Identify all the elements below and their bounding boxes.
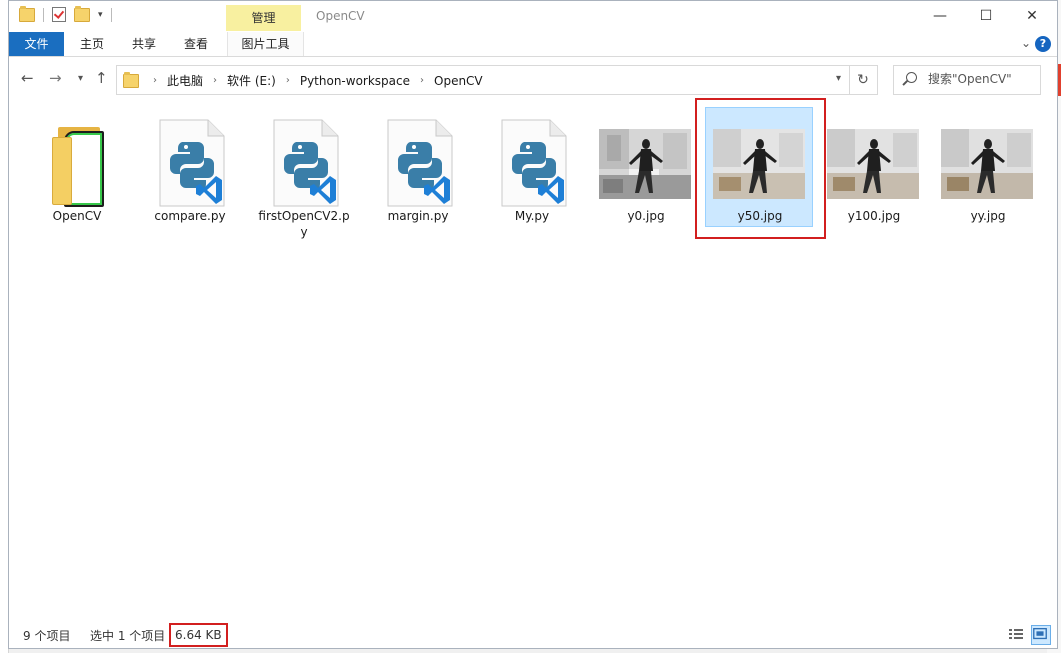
refresh-icon: ↻ <box>857 72 869 88</box>
image-thumbnail <box>827 129 919 199</box>
close-button[interactable]: ✕ <box>1009 1 1055 31</box>
selected-size: 6.64 KB <box>169 623 228 647</box>
file-item-yy-jpg[interactable]: yy.jpg <box>935 107 1041 243</box>
file-item-margin-py[interactable]: margin.py <box>365 107 471 243</box>
minimize-button[interactable]: — <box>917 1 963 31</box>
help-icon[interactable]: ? <box>1035 36 1051 52</box>
large-icons-view-button[interactable] <box>1031 625 1051 645</box>
address-bar[interactable]: › 此电脑 › 软件 (E:) › Python-workspace › Ope… <box>116 65 850 95</box>
image-thumbnail <box>599 129 691 199</box>
selected-count: 选中 1 个项目 <box>90 629 166 643</box>
tab-picture-tools[interactable]: 图片工具 <box>227 32 304 56</box>
refresh-button[interactable]: ↻ <box>849 65 878 95</box>
customize-toolbar-chevron-icon[interactable]: ▾ <box>98 10 103 20</box>
chevron-right-icon[interactable]: › <box>153 75 157 86</box>
chevron-right-icon[interactable]: › <box>213 75 217 86</box>
file-item-y100-jpg[interactable]: y100.jpg <box>821 107 927 243</box>
recent-locations-chevron-icon[interactable]: ▾ <box>78 73 83 84</box>
large-icons-view-icon <box>1033 628 1047 640</box>
image-thumbnail <box>941 129 1033 199</box>
toolbar-divider <box>43 7 44 22</box>
breadcrumb-python-workspace[interactable]: Python-workspace <box>300 74 410 88</box>
new-folder-icon[interactable] <box>74 5 90 22</box>
tab-share[interactable]: 共享 <box>121 32 167 56</box>
thumbnail <box>821 115 927 203</box>
file-name: OpenCV <box>52 209 102 223</box>
thumbnail <box>365 115 471 207</box>
python-file-icon <box>386 118 454 208</box>
file-name: y100.jpg <box>847 209 901 223</box>
tab-home[interactable]: 主页 <box>69 32 115 56</box>
navigation-bar: ← → ▾ ↑ › 此电脑 › 软件 (E:) › Python-workspa… <box>9 59 1057 99</box>
file-name: y0.jpg <box>627 209 665 223</box>
details-view-icon <box>1009 629 1023 639</box>
thumbnail <box>251 115 357 207</box>
search-icon <box>906 72 917 83</box>
item-count: 9 个项目 <box>23 629 71 643</box>
explorer-window: ▾ 管理 OpenCV — ☐ ✕ 文件 主页 共享 查看 图片工具 ⌄ ? ←… <box>8 0 1058 649</box>
thumbnail <box>137 115 243 207</box>
file-view: OpenCV compare.py firstOpenCV2.py margin… <box>9 98 1057 621</box>
chevron-right-icon[interactable]: › <box>420 75 424 86</box>
python-file-icon <box>500 118 568 208</box>
file-name: firstOpenCV2.py <box>258 209 350 239</box>
file-name: yy.jpg <box>970 209 1006 223</box>
chevron-right-icon[interactable]: › <box>286 75 290 86</box>
file-name: compare.py <box>154 209 226 223</box>
forward-arrow-icon[interactable]: → <box>49 69 62 87</box>
python-file-icon <box>158 118 226 208</box>
search-box[interactable] <box>893 65 1041 95</box>
python-file-icon <box>272 118 340 208</box>
search-input[interactable] <box>926 71 1038 87</box>
file-item-my-py[interactable]: My.py <box>479 107 585 243</box>
title-bar: ▾ 管理 OpenCV — ☐ ✕ <box>9 1 1057 31</box>
file-name: margin.py <box>387 209 449 223</box>
tab-view[interactable]: 查看 <box>173 32 219 56</box>
properties-icon[interactable] <box>52 7 66 22</box>
file-item-firstopencv2-py[interactable]: firstOpenCV2.py <box>251 107 357 243</box>
breadcrumb-this-pc[interactable]: 此电脑 <box>167 72 203 89</box>
ribbon-tabs: 文件 主页 共享 查看 图片工具 ⌄ ? <box>9 32 1057 57</box>
breadcrumb-opencv[interactable]: OpenCV <box>434 74 483 88</box>
status-bar: 9 个项目 选中 1 个项目 6.64 KB <box>9 623 1057 647</box>
file-item-opencv-folder[interactable]: OpenCV <box>24 107 130 243</box>
address-history-chevron-icon[interactable]: ▾ <box>836 73 841 84</box>
folder-icon <box>123 72 139 88</box>
file-name: My.py <box>514 209 550 223</box>
breadcrumb-drive-e[interactable]: 软件 (E:) <box>227 72 276 89</box>
file-item-y0-jpg[interactable]: y0.jpg <box>593 107 699 243</box>
folder-icon <box>52 127 106 207</box>
maximize-button[interactable]: ☐ <box>963 1 1009 31</box>
thumbnail <box>935 115 1041 203</box>
thumbnail <box>479 115 585 207</box>
back-arrow-icon[interactable]: ← <box>21 69 34 87</box>
tab-file[interactable]: 文件 <box>9 32 64 56</box>
folder-icon[interactable] <box>19 5 35 22</box>
details-view-button[interactable] <box>1007 625 1025 643</box>
annotation-highlight-box <box>695 98 826 239</box>
thumbnail <box>24 115 130 207</box>
up-arrow-icon[interactable]: ↑ <box>95 69 108 87</box>
quick-access-toolbar: ▾ <box>19 5 112 22</box>
thumbnail <box>593 115 699 203</box>
breadcrumb: › 此电脑 › 软件 (E:) › Python-workspace › Ope… <box>143 72 483 89</box>
file-item-compare-py[interactable]: compare.py <box>137 107 243 243</box>
toolbar-divider <box>110 7 112 22</box>
tab-manage[interactable]: 管理 <box>226 5 301 31</box>
window-title: OpenCV <box>316 9 365 23</box>
expand-ribbon-chevron-icon[interactable]: ⌄ <box>1021 36 1031 50</box>
